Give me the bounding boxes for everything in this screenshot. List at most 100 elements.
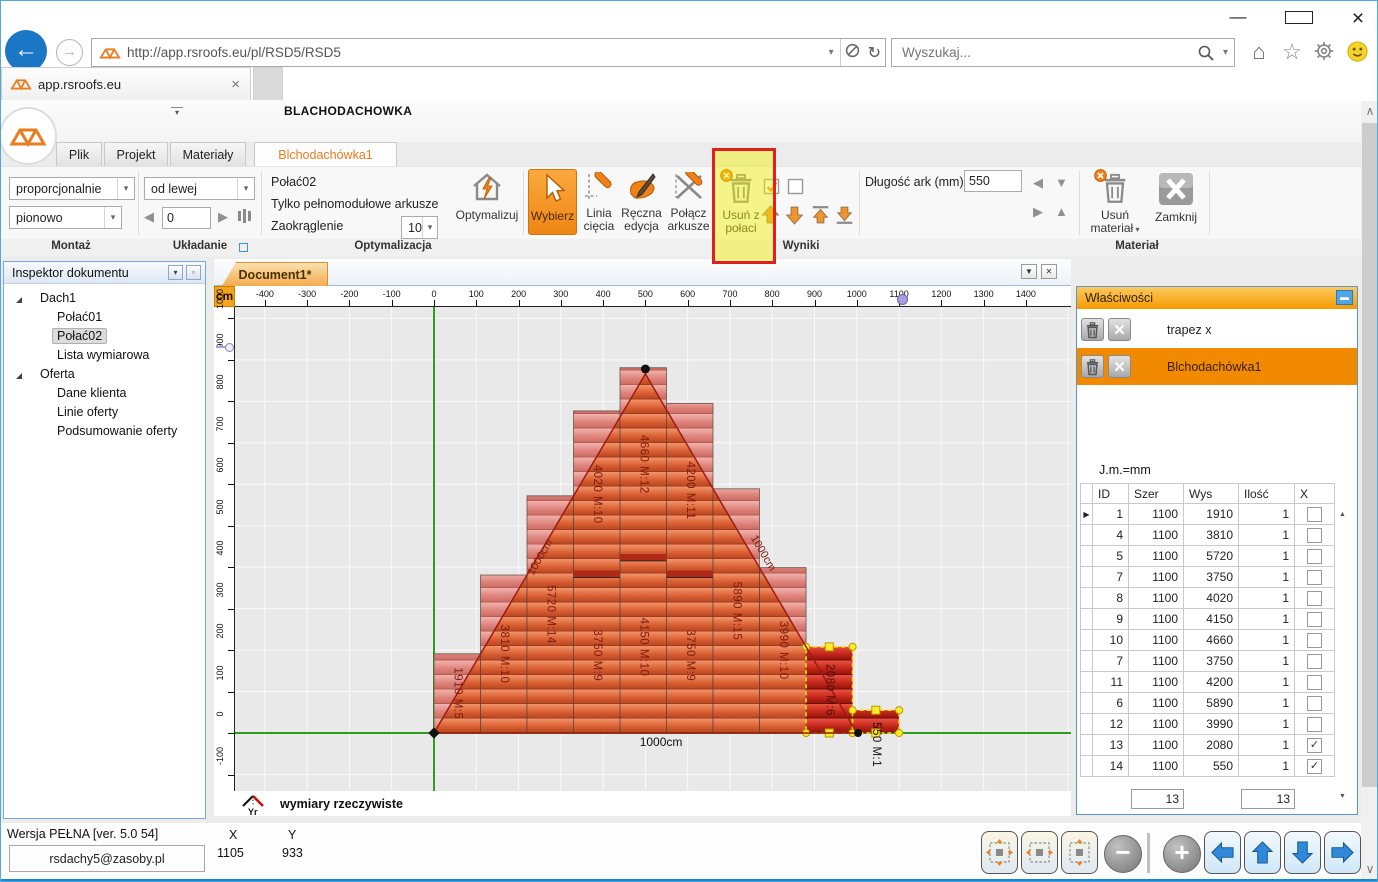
material-row-trapez-x[interactable]: ✕trapez x: [1077, 311, 1357, 348]
account-box[interactable]: rsdachy5@zasoby.pl: [9, 845, 205, 872]
inspector-header[interactable]: Inspektor dokumentu ▾ ▫: [4, 262, 205, 284]
table-row[interactable]: 10110046601: [1080, 630, 1352, 651]
fit-width-button[interactable]: [1021, 831, 1058, 874]
browser-forward-button[interactable]: →: [56, 39, 83, 66]
browser-tab[interactable]: app.rsroofs.eu ×: [1, 67, 251, 100]
row-checkbox[interactable]: [1295, 609, 1335, 630]
zoom-out-button[interactable]: −: [1104, 835, 1142, 873]
fit-all-button[interactable]: [981, 831, 1018, 874]
search-icon[interactable]: [1197, 44, 1215, 62]
address-dropdown-caret[interactable]: ▾: [823, 47, 840, 58]
new-tab-button[interactable]: [253, 67, 283, 100]
table-row[interactable]: 13110020801✓: [1080, 735, 1352, 756]
empty-box-icon[interactable]: [787, 178, 805, 201]
tree-item-lista-wymiarowa[interactable]: Lista wymiarowa: [4, 345, 205, 364]
drawing-area[interactable]: 1910 M:53810 M:105720 M:143750 M:94020 M…: [235, 307, 1071, 791]
properties-minimize-button[interactable]: ▬: [1336, 290, 1353, 305]
row-checkbox[interactable]: ✓: [1295, 735, 1335, 756]
ribbon-tab-projekt[interactable]: Projekt: [104, 142, 168, 166]
row-checkbox[interactable]: [1295, 651, 1335, 672]
tree-item-połać02[interactable]: Połać02: [4, 326, 205, 345]
scrollbar-thumb[interactable]: [1362, 123, 1378, 787]
search-dropdown-caret[interactable]: ▾: [1217, 47, 1234, 58]
smiley-feedback-icon[interactable]: [1345, 40, 1369, 64]
properties-header[interactable]: Właściwości ▬: [1077, 287, 1357, 309]
row-checkbox[interactable]: [1295, 504, 1335, 525]
move-to-top-icon[interactable]: [810, 205, 831, 230]
inspector-dropdown-button[interactable]: ▾: [168, 265, 183, 280]
row-checkbox[interactable]: ✓: [1295, 756, 1335, 777]
trash-icon[interactable]: [1081, 318, 1104, 341]
close-material-button[interactable]: Zamknij: [1147, 169, 1205, 235]
tree-item-dane-klienta[interactable]: Dane klienta: [4, 383, 205, 402]
fit-height-button[interactable]: [1061, 831, 1098, 874]
table-scroll-up-icon[interactable]: ▲: [1339, 511, 1346, 518]
tree-item-połać01[interactable]: Połać01: [4, 307, 205, 326]
tree-item-linie-oferty[interactable]: Linie oferty: [4, 402, 205, 421]
material-row-blchodachówka1[interactable]: ✕Blchodachówka1: [1077, 348, 1357, 385]
row-checkbox[interactable]: [1295, 630, 1335, 651]
tree-item-oferta[interactable]: Oferta: [4, 364, 205, 383]
move-down-icon[interactable]: [785, 205, 804, 230]
home-icon[interactable]: ⌂: [1247, 40, 1271, 64]
ribbon-tab-blchodachowka1[interactable]: Blchodachówka1: [254, 142, 397, 166]
offset-right-arrow-icon[interactable]: ▶: [218, 209, 228, 225]
rounding-dropdown[interactable]: 10▾: [401, 216, 438, 239]
pan-up-button[interactable]: [1244, 831, 1281, 874]
table-row[interactable]: 12110039901: [1080, 714, 1352, 735]
expander-icon[interactable]: [14, 369, 23, 383]
remove-x-icon[interactable]: ✕: [1108, 318, 1131, 341]
row-checkbox[interactable]: [1295, 567, 1335, 588]
stop-icon[interactable]: [845, 43, 860, 63]
canvas-dropdown-button[interactable]: ▼: [1021, 264, 1037, 279]
window-maximize-button[interactable]: [1285, 7, 1311, 31]
search-box[interactable]: ▾: [891, 38, 1235, 67]
table-row[interactable]: 5110057201: [1080, 546, 1352, 567]
canvas-close-button[interactable]: ✕: [1041, 264, 1057, 279]
table-row[interactable]: 7110037501: [1080, 651, 1352, 672]
montaz-mode-dropdown[interactable]: proporcjonalnie▾: [9, 177, 135, 200]
distribute-bars-icon[interactable]: [238, 209, 251, 223]
select-tool-button[interactable]: Wybierz: [528, 169, 577, 235]
row-checkbox[interactable]: [1295, 693, 1335, 714]
row-checkbox[interactable]: [1295, 525, 1335, 546]
zoom-in-button[interactable]: +: [1163, 835, 1201, 873]
expander-icon[interactable]: [14, 293, 23, 307]
remove-material-button[interactable]: Usuńmateriał ▾: [1087, 169, 1143, 235]
ribbon-tab-materialy[interactable]: Materiały: [170, 142, 246, 166]
table-row[interactable]: 9110041501: [1080, 609, 1352, 630]
row-checkbox[interactable]: [1295, 714, 1335, 735]
optimize-button[interactable]: Optymalizuj: [449, 169, 525, 235]
app-logo[interactable]: [0, 107, 57, 165]
zoom-slider[interactable]: [1147, 833, 1150, 873]
row-checkbox[interactable]: [1295, 588, 1335, 609]
length-down-arrow-icon[interactable]: ▼: [1055, 175, 1068, 190]
search-input[interactable]: [900, 44, 1197, 61]
optymalizacja-option[interactable]: Tylko pełnomodułowe arkusze: [271, 197, 438, 211]
trash-icon[interactable]: [1081, 355, 1104, 378]
pan-right-button[interactable]: [1324, 831, 1361, 874]
row-checkbox[interactable]: [1295, 672, 1335, 693]
favorites-star-icon[interactable]: ☆: [1280, 40, 1304, 64]
pan-down-button[interactable]: [1284, 831, 1321, 874]
window-close-button[interactable]: ×: [1345, 7, 1371, 31]
ribbon-tab-plik[interactable]: Plik: [56, 142, 102, 166]
table-row[interactable]: 7110037501: [1080, 567, 1352, 588]
table-row[interactable]: ▶1110019101: [1080, 504, 1352, 525]
cut-line-tool-button[interactable]: Liniacięcia: [580, 169, 618, 235]
footer-total-2[interactable]: 13: [1241, 789, 1295, 809]
tab-close-icon[interactable]: ×: [231, 76, 240, 93]
table-row[interactable]: 6110058901: [1080, 693, 1352, 714]
length-up-arrow-icon[interactable]: ▲: [1055, 204, 1068, 219]
row-checkbox[interactable]: [1295, 546, 1335, 567]
remove-x-icon[interactable]: ✕: [1108, 355, 1131, 378]
table-row[interactable]: 4110038101: [1080, 525, 1352, 546]
window-minimize-button[interactable]: —: [1225, 7, 1251, 31]
scroll-down-icon[interactable]: ∨: [1361, 859, 1378, 879]
offset-input[interactable]: [162, 207, 211, 229]
browser-scrollbar[interactable]: ∧ ∨: [1361, 101, 1378, 879]
table-row[interactable]: 11110042001: [1080, 672, 1352, 693]
ukladanie-origin-dropdown[interactable]: od lewej▾: [144, 177, 255, 200]
montaz-direction-dropdown[interactable]: pionowo▾: [9, 206, 122, 229]
footer-total-1[interactable]: 13: [1131, 789, 1184, 809]
